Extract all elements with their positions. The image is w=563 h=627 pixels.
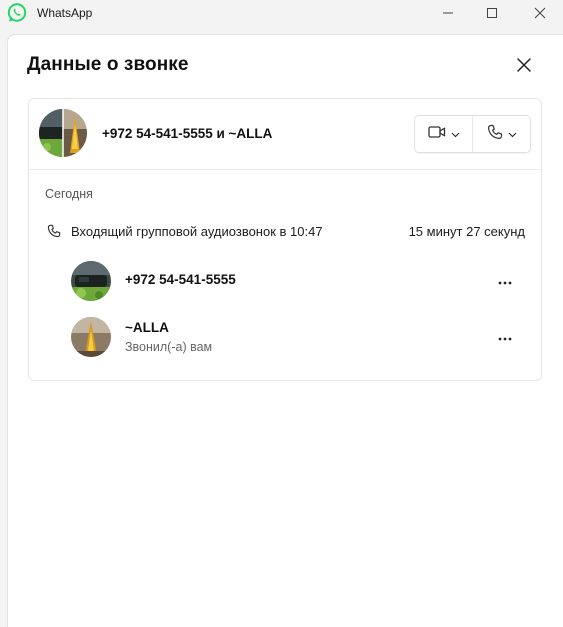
dialog-close-button[interactable] xyxy=(512,55,536,79)
chevron-down-icon xyxy=(451,125,460,143)
whatsapp-logo-icon xyxy=(7,3,27,23)
call-entry: Входящий групповой аудиозвонок в 10:47 1… xyxy=(45,222,525,242)
call-header: +972 54-541-5555 и ~ALLA xyxy=(29,99,541,170)
avatar xyxy=(71,317,111,357)
more-options-button[interactable] xyxy=(493,269,517,293)
participant-status: Звонил(-а) вам xyxy=(125,340,213,354)
app-title: WhatsApp xyxy=(37,6,93,20)
close-icon xyxy=(516,57,532,78)
participant-row[interactable]: ~ALLA Звонил(-а) вам xyxy=(71,315,521,359)
minimize-icon xyxy=(442,6,454,24)
call-duration: 15 минут 27 секунд xyxy=(408,224,525,239)
call-details-card: +972 54-541-5555 и ~ALLA Сегодня Входящи… xyxy=(28,98,542,381)
phone-icon xyxy=(47,224,61,243)
more-options-icon xyxy=(498,272,512,290)
participant-row[interactable]: +972 54-541-5555 xyxy=(71,259,521,303)
voice-call-icon xyxy=(487,124,503,145)
avatar xyxy=(71,261,111,301)
close-icon xyxy=(534,6,546,24)
more-options-button[interactable] xyxy=(493,325,517,349)
minimize-button[interactable] xyxy=(426,0,470,30)
call-actions xyxy=(414,115,531,153)
call-details-dialog: Данные о звонке +972 54-541-5555 и ~ALLA… xyxy=(7,34,563,627)
video-call-button[interactable] xyxy=(415,116,472,152)
dialog-title: Данные о звонке xyxy=(27,54,189,75)
maximize-button[interactable] xyxy=(470,0,514,30)
date-section-label: Сегодня xyxy=(45,187,93,201)
voice-call-button[interactable] xyxy=(472,116,530,152)
chevron-down-icon xyxy=(508,125,517,143)
participant-name: +972 54-541-5555 xyxy=(125,272,236,287)
more-options-icon xyxy=(498,328,512,346)
group-avatar xyxy=(39,109,87,157)
title-bar: WhatsApp xyxy=(0,0,563,30)
participant-name: ~ALLA xyxy=(125,320,169,335)
maximize-icon xyxy=(486,6,498,24)
video-call-icon xyxy=(427,125,446,144)
group-participants-name: +972 54-541-5555 и ~ALLA xyxy=(102,126,273,141)
call-description: Входящий групповой аудиозвонок в 10:47 xyxy=(71,224,323,239)
window-close-button[interactable] xyxy=(518,0,562,30)
whatsapp-window: WhatsApp Данные о звонке +972 54-541-555… xyxy=(0,0,563,627)
